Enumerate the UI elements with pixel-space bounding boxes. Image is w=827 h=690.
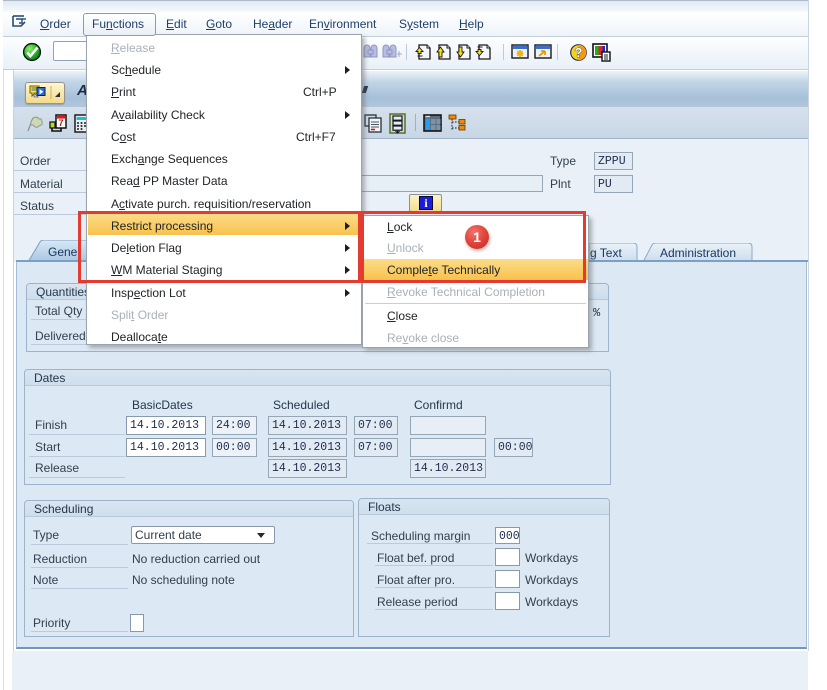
svg-text:Administration: Administration <box>660 246 736 260</box>
svg-text:Gener: Gener <box>48 245 81 259</box>
svg-text:g Text: g Text <box>590 246 622 260</box>
svg-text:7: 7 <box>58 118 63 128</box>
svg-text:?: ? <box>575 45 583 60</box>
